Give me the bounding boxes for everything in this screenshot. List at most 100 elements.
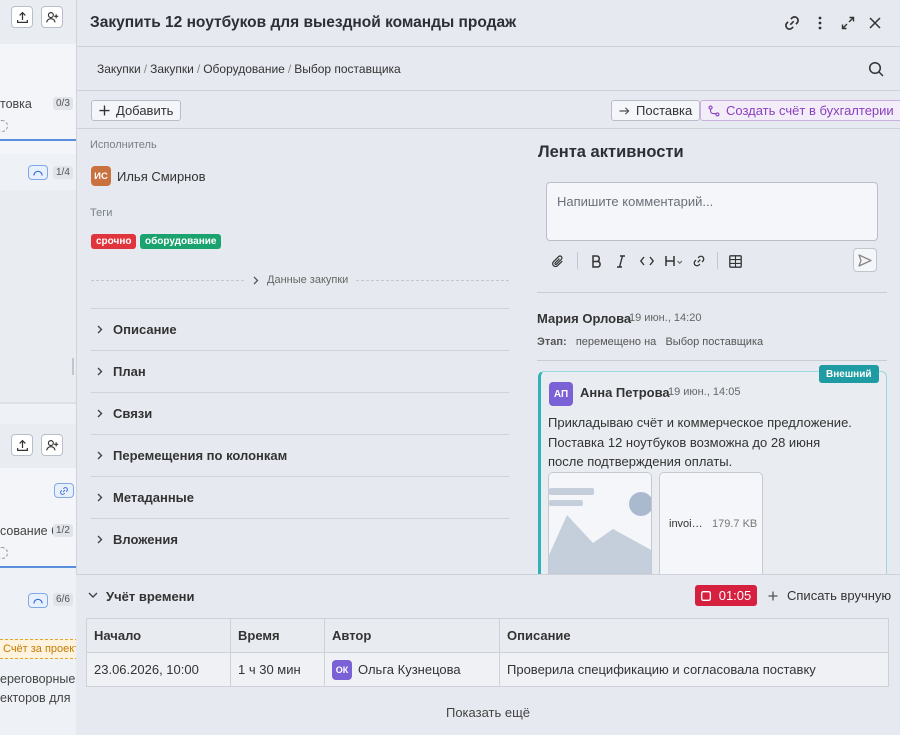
event-action: перемещено на [575, 336, 657, 348]
entry-author: ОК Ольга Кузнецова [324, 652, 500, 687]
card-counter: 1/4 [53, 166, 73, 179]
task-title: Закупить 12 ноутбуков для выездной коман… [90, 14, 517, 31]
search-icon [868, 61, 884, 77]
table-row[interactable]: 23.06.2026, 10:00 1 ч 30 мин ОК Ольга Ку… [86, 652, 889, 687]
purchase-data-toggle[interactable]: Данные закупки [245, 273, 357, 287]
section-description[interactable]: Описание [91, 308, 509, 350]
add-user-button[interactable] [41, 434, 63, 456]
assignee-name[interactable]: Илья Смирнов [117, 169, 206, 184]
section-attachments[interactable]: Вложения [91, 518, 509, 560]
tag-urgent[interactable]: срочно [91, 234, 137, 249]
log-manually-button[interactable]: Списать вручную [768, 588, 891, 603]
card-counter: 1/2 [53, 524, 73, 537]
add-button[interactable]: Добавить [91, 100, 182, 121]
breadcrumb-item[interactable]: Закупки [150, 62, 194, 76]
attachment-file[interactable]: invoi… 179.7 KB [659, 472, 763, 582]
author-name: Ольга Кузнецова [358, 662, 461, 677]
speed-icon [28, 165, 48, 180]
bold-button[interactable] [587, 252, 605, 270]
link-icon [693, 255, 705, 267]
add-user-button[interactable] [41, 6, 63, 28]
activity-feed-title: Лента активности [538, 143, 684, 161]
event-stage-label: Этап: [537, 336, 567, 348]
author-avatar: ОК [332, 659, 352, 680]
upload-button[interactable] [11, 6, 33, 28]
breadcrumb-item[interactable]: Оборудование [203, 62, 285, 76]
delivery-button[interactable]: Поставка [611, 100, 701, 121]
breadcrumb-item[interactable]: Выбор поставщика [294, 62, 401, 76]
chevron-right-icon [253, 276, 259, 284]
section-column-moves[interactable]: Перемещения по колонкам [91, 434, 509, 476]
time-tracking-toggle[interactable] [88, 592, 98, 599]
section-title: Перемещения по колонкам [113, 448, 288, 463]
close-button[interactable] [865, 13, 885, 33]
paperclip-icon [552, 254, 563, 267]
copy-link-button[interactable] [782, 13, 802, 33]
chevron-right-icon [97, 535, 103, 544]
create-invoice-button[interactable]: Создать счёт в бухгалтерии [700, 100, 900, 121]
heading-icon [665, 256, 683, 266]
chevron-right-icon [97, 325, 103, 334]
card-title: сование б [0, 524, 59, 538]
show-more-button[interactable]: Показать ещё [76, 705, 900, 720]
chevron-right-icon [97, 409, 103, 418]
section-title: Вложения [113, 532, 178, 547]
send-icon [858, 253, 872, 267]
section-plan[interactable]: План [91, 350, 509, 392]
close-icon [869, 17, 881, 29]
attachment-image[interactable] [548, 472, 652, 582]
stop-timer-button[interactable]: 01:05 [695, 585, 757, 606]
link-icon [54, 483, 74, 498]
event-target: Выбор поставщика [665, 336, 764, 348]
workflow-icon [708, 104, 720, 117]
event-time: 19 июн., 14:20 [629, 312, 702, 324]
upload-icon [16, 11, 28, 23]
entry-description: Проверила спецификацию и согласовала пос… [499, 652, 889, 687]
card-counter: 6/6 [53, 593, 73, 606]
card-counter: 0/3 [53, 97, 73, 110]
code-button[interactable] [638, 252, 656, 270]
time-tracking-title: Учёт времени [106, 589, 195, 604]
plus-icon [768, 591, 778, 600]
background-board: товка 0/3 1/4 сование б 1/2 6/6 Счёт за … [0, 0, 76, 735]
stop-icon [700, 590, 711, 601]
log-manually-label: Списать вручную [787, 588, 892, 603]
upload-icon [16, 439, 28, 451]
add-button-label: Добавить [116, 103, 174, 118]
arrow-right-icon [619, 106, 630, 115]
create-invoice-label: Создать счёт в бухгалтерии [726, 103, 894, 118]
heading-button[interactable] [664, 252, 686, 270]
search-button[interactable] [868, 61, 884, 77]
external-badge: Внешний [819, 365, 879, 383]
attach-button[interactable] [549, 252, 567, 270]
time-entries-table: Начало Время Автор Описание 23.06.2026, … [86, 618, 889, 687]
more-button[interactable] [810, 13, 830, 33]
section-metadata[interactable]: Метаданные [91, 476, 509, 518]
table-icon [728, 254, 742, 268]
card-title: ереговорные о [0, 672, 76, 686]
expand-button[interactable] [838, 13, 858, 33]
assignee-label: Исполнитель [90, 139, 157, 151]
entry-duration: 1 ч 30 мин [230, 652, 325, 687]
send-button[interactable] [853, 248, 877, 272]
section-links[interactable]: Связи [91, 392, 509, 434]
italic-icon [617, 254, 625, 268]
section-title: Описание [113, 322, 177, 337]
table-header-row: Начало Время Автор Описание [86, 618, 889, 653]
comment-input[interactable]: Напишите комментарий... [546, 182, 878, 241]
comment-author: Анна Петрова [580, 385, 670, 400]
chevron-down-icon [88, 592, 98, 598]
expand-icon [841, 16, 855, 30]
time-tracking-panel: Учёт времени 01:05 Списать вручную Начал… [76, 574, 900, 735]
upload-button[interactable] [11, 434, 33, 456]
section-title: Метаданные [113, 490, 195, 505]
column-header: Начало [86, 618, 231, 653]
table-button[interactable] [726, 252, 744, 270]
assignee-avatar: ИС [91, 166, 111, 186]
invoice-tag: Счёт за проект [0, 639, 76, 659]
breadcrumb-item[interactable]: Закупки [97, 62, 141, 76]
italic-button[interactable] [612, 252, 630, 270]
tag-equipment[interactable]: оборудование [140, 234, 222, 249]
code-icon [640, 256, 654, 266]
link-button[interactable] [690, 252, 708, 270]
